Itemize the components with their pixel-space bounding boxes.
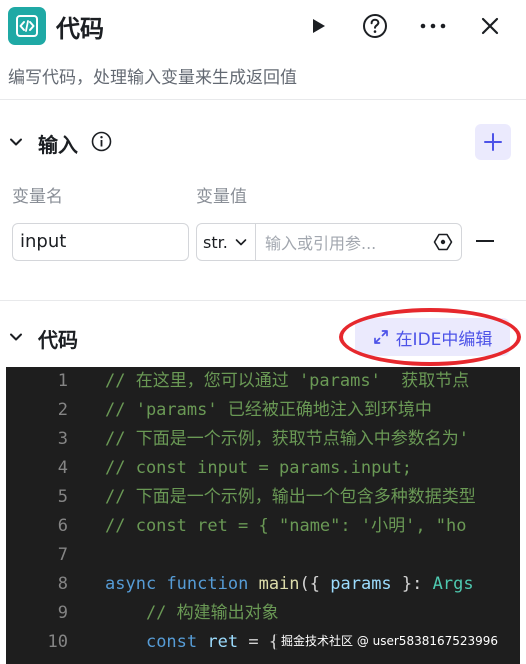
code-section-title: 代码 — [38, 328, 78, 352]
code-text: // const ret = { "name": '小明', "ho — [105, 512, 467, 541]
line-number: 8 — [57, 574, 68, 594]
code-token: ret — [207, 632, 239, 652]
code-token: // const input = params.input; — [105, 458, 413, 478]
more-icon — [420, 23, 446, 29]
reference-variable-icon[interactable] — [433, 232, 453, 252]
code-line[interactable]: 4 // const input = params.input; — [6, 454, 520, 483]
code-token: // 'params' 已经被正确地注入到环境中 — [105, 400, 432, 420]
code-text: // const input = params.input; — [105, 454, 412, 483]
line-number: 9 — [57, 603, 68, 623]
edit-in-ide-button[interactable]: 在IDE中编辑 — [355, 318, 510, 356]
code-line[interactable]: 7 — [6, 541, 520, 570]
type-select[interactable]: str. — [197, 224, 256, 260]
close-icon — [481, 17, 499, 35]
code-token: Args — [432, 574, 474, 594]
line-number: 5 — [57, 487, 68, 507]
code-token: // 下面是一个示例，获取节点输入中参数名为' — [105, 429, 469, 449]
code-editor[interactable]: 1 // 在这里，您可以通过 'params' 获取节点 2 // 'params' … — [6, 367, 520, 664]
column-label-value: 变量值 — [196, 187, 247, 207]
code-line[interactable]: 6 // const ret = { "name": '小明', "ho — [6, 512, 520, 541]
run-button[interactable] — [303, 11, 333, 41]
code-token: ({ — [299, 574, 331, 594]
close-button[interactable] — [475, 11, 505, 41]
code-token: // 下面是一个示例，输出一个包含多种数据类型 — [105, 487, 476, 507]
variable-value-placeholder: 输入或引用参... — [265, 234, 377, 253]
code-text: async function main({ params }: Args — [105, 570, 474, 599]
line-number: 1 — [57, 371, 68, 391]
divider — [0, 99, 526, 100]
chevron-down-icon — [235, 239, 247, 246]
more-button[interactable] — [418, 11, 448, 41]
input-section-header[interactable]: 输入 — [0, 122, 526, 162]
code-line[interactable]: 5 // 下面是一个示例，输出一个包含多种数据类型 — [6, 483, 520, 512]
code-line[interactable]: 1 // 在这里，您可以通过 'params' 获取节点 — [6, 367, 520, 396]
watermark: 掘金技术社区 @ user5838167523996 — [275, 628, 505, 654]
code-line[interactable]: 9 // 构建输出对象 — [6, 599, 520, 628]
code-token: async — [105, 574, 157, 594]
line-number: 4 — [57, 458, 68, 478]
variable-value-input[interactable]: 输入或引用参... — [256, 224, 461, 260]
code-text: // 'params' 已经被正确地注入到环境中 — [105, 396, 432, 425]
code-token: = { — [238, 632, 280, 652]
code-token: }: — [391, 574, 433, 594]
code-token: // 构建输出对象 — [105, 603, 279, 623]
code-text: // 下面是一个示例，输出一个包含多种数据类型 — [105, 483, 476, 512]
node-header: 代码 — [0, 0, 526, 52]
line-number: 10 — [47, 632, 68, 652]
add-input-button[interactable] — [475, 124, 511, 160]
code-token: function — [166, 574, 249, 594]
column-label-name: 变量名 — [12, 187, 63, 207]
plus-icon — [484, 133, 502, 151]
code-token: // const ret = { "name": '小明', "ho — [105, 516, 467, 536]
code-icon — [8, 7, 46, 45]
expand-icon — [373, 330, 388, 344]
code-text: const ret = { — [105, 628, 279, 657]
line-number: 3 — [57, 429, 68, 449]
input-section-title: 输入 — [38, 133, 78, 157]
divider — [0, 300, 526, 301]
play-icon — [313, 19, 325, 33]
code-line[interactable]: 8 async function main({ params }: Args — [6, 570, 520, 599]
remove-input-button[interactable] — [476, 240, 494, 242]
info-icon[interactable] — [91, 131, 112, 152]
line-number: 2 — [57, 400, 68, 420]
code-text: // 下面是一个示例，获取节点输入中参数名为' — [105, 425, 469, 454]
code-line[interactable]: 3 // 下面是一个示例，获取节点输入中参数名为' — [6, 425, 520, 454]
help-button[interactable] — [360, 11, 390, 41]
code-token: const — [145, 632, 198, 652]
chevron-down-icon[interactable] — [8, 134, 24, 150]
code-text: // 在这里，您可以通过 'params' 获取节点 — [105, 367, 469, 396]
chevron-down-icon[interactable] — [8, 329, 24, 345]
code-text: // 构建输出对象 — [105, 599, 279, 628]
node-description: 编写代码，处理输入变量来生成返回值 — [8, 68, 297, 88]
variable-name-input[interactable]: input — [12, 223, 189, 261]
code-token: main — [258, 574, 300, 594]
variable-value-group: str. 输入或引用参... — [196, 223, 462, 261]
help-icon — [363, 14, 387, 38]
line-number: 6 — [57, 516, 68, 536]
code-line[interactable]: 2 // 'params' 已经被正确地注入到环境中 — [6, 396, 520, 425]
node-title: 代码 — [56, 15, 104, 43]
code-token: params — [330, 574, 392, 594]
line-number: 7 — [57, 545, 68, 565]
code-token: // 在这里，您可以通过 'params' 获取节点 — [105, 371, 470, 391]
type-select-label: str. — [203, 232, 228, 252]
edit-in-ide-label: 在IDE中编辑 — [395, 329, 493, 350]
